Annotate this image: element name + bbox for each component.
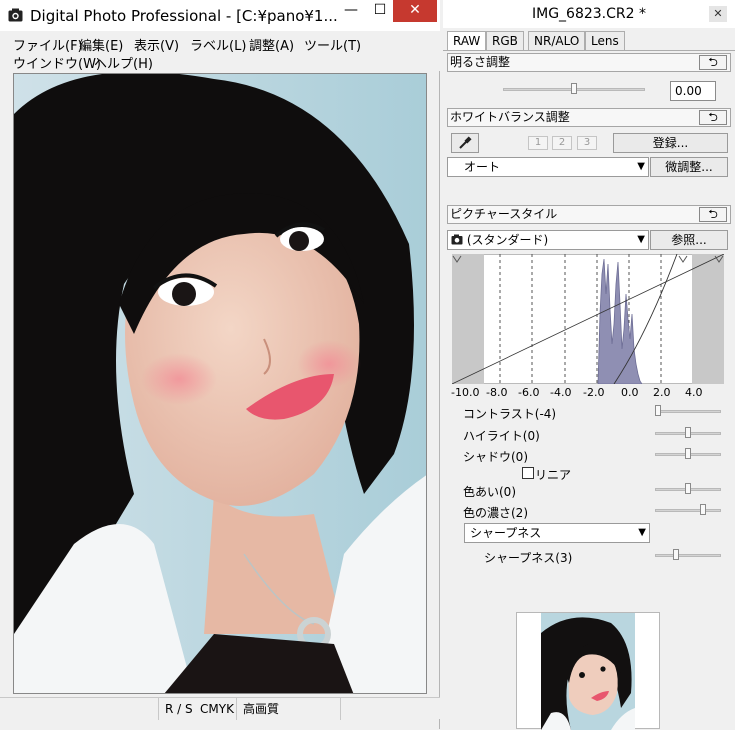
navigator-thumbnail[interactable]	[516, 612, 660, 730]
shadow-slider-thumb[interactable]	[685, 448, 691, 459]
saturation-slider-thumb[interactable]	[700, 504, 706, 515]
picture-style-select[interactable]: (スタンダード) ▼	[447, 230, 649, 250]
white-balance-header: ホワイトバランス調整 ⮌	[447, 108, 731, 127]
tab-lens[interactable]: Lens	[585, 31, 625, 50]
white-balance-title: ホワイトバランス調整	[450, 110, 570, 124]
menu-edit[interactable]: 編集(E)	[79, 35, 123, 54]
sharpness-mode-value: シャープネス	[470, 526, 542, 540]
status-cell-info	[0, 698, 158, 720]
tab-divider	[443, 50, 735, 51]
contrast-slider-thumb[interactable]	[655, 405, 661, 416]
tool-palette: IMG_6823.CR2 * ✕ RAW RGB NR/ALO Lens 明るさ…	[443, 0, 735, 730]
minimize-button[interactable]: —	[336, 0, 366, 22]
wb-slot-3[interactable]: 3	[577, 136, 597, 150]
sharpness-slider-thumb[interactable]	[673, 549, 679, 560]
axis-tick: 0.0	[621, 386, 639, 399]
brightness-header: 明るさ調整 ⮌	[447, 53, 731, 72]
menu-file[interactable]: ファイル(F)	[13, 35, 83, 54]
axis-tick: 4.0	[685, 386, 703, 399]
menu-window[interactable]: ウインドウ(W)	[13, 53, 101, 72]
axis-tick: -8.0	[486, 386, 507, 399]
highlight-label: ハイライト(0)	[463, 429, 540, 443]
shadow-label: シャドウ(0)	[463, 450, 528, 464]
axis-tick: -2.0	[583, 386, 604, 399]
contrast-label: コントラスト(-4)	[463, 407, 557, 421]
camera-icon	[451, 234, 463, 245]
status-cell-rs: R / S	[158, 698, 198, 720]
reset-arrow-icon: ⮌	[708, 110, 718, 124]
picture-style-header: ピクチャースタイル ⮌	[447, 205, 731, 224]
reset-arrow-icon: ⮌	[708, 55, 718, 69]
status-bar: R / S CMYK 高画質	[0, 697, 440, 720]
wb-slot-2[interactable]: 2	[552, 136, 572, 150]
chevron-down-icon: ▼	[637, 161, 645, 172]
wb-register-button[interactable]: 登録...	[613, 133, 728, 153]
saturation-slider-track[interactable]	[655, 509, 721, 512]
menu-bar: ファイル(F) 編集(E) 表示(V) ラベル(L) 調整(A) ツール(T) …	[0, 31, 440, 72]
color-tone-label: 色あい(0)	[463, 485, 516, 499]
wb-fine-tune-button[interactable]: 微調整...	[650, 157, 728, 177]
highlight-slider-thumb[interactable]	[685, 427, 691, 438]
linear-checkbox[interactable]	[522, 467, 534, 479]
picture-style-value: (スタンダード)	[466, 233, 549, 247]
sharpness-slider-track[interactable]	[655, 554, 721, 557]
axis-tick: 2.0	[653, 386, 671, 399]
status-cell-extra	[340, 698, 440, 720]
photo-preview[interactable]	[13, 73, 427, 694]
menu-view[interactable]: 表示(V)	[134, 35, 179, 54]
eyedropper-icon	[459, 136, 472, 149]
wb-mode-select[interactable]: オート ▼	[447, 157, 649, 177]
linear-label: リニア	[535, 468, 572, 482]
menu-tools[interactable]: ツール(T)	[304, 35, 361, 54]
axis-tick: -4.0	[550, 386, 571, 399]
chevron-down-icon: ▼	[637, 234, 645, 245]
palette-close-button[interactable]: ✕	[709, 6, 727, 22]
color-tone-slider-thumb[interactable]	[685, 483, 691, 494]
tab-raw[interactable]: RAW	[447, 31, 487, 51]
picture-style-title: ピクチャースタイル	[450, 207, 558, 221]
brightness-value-input[interactable]: 0.00	[670, 81, 716, 101]
tab-nr-alo[interactable]: NR/ALO	[528, 31, 586, 50]
window-title: Digital Photo Professional - [C:¥pano¥1.…	[30, 7, 338, 25]
eyedropper-button[interactable]	[451, 133, 479, 153]
title-bar[interactable]: Digital Photo Professional - [C:¥pano¥1.…	[0, 0, 440, 31]
clip-region-right	[692, 254, 724, 384]
brightness-title: 明るさ調整	[450, 55, 511, 69]
sharpness-label: シャープネス(3)	[484, 551, 573, 565]
main-window: Digital Photo Professional - [C:¥pano¥1.…	[0, 0, 440, 729]
axis-tick: -10.0	[451, 386, 479, 399]
reset-arrow-icon: ⮌	[708, 207, 718, 221]
menu-adjust[interactable]: 調整(A)	[249, 35, 294, 54]
brightness-slider-thumb[interactable]	[571, 83, 577, 94]
palette-title: IMG_6823.CR2 *	[532, 6, 646, 22]
palette-title-bar[interactable]: IMG_6823.CR2 * ✕	[443, 0, 735, 28]
brightness-reset-button[interactable]: ⮌	[699, 55, 727, 70]
tone-curve-graph[interactable]	[452, 254, 724, 384]
clip-region-left	[452, 254, 484, 384]
axis-tick: -6.0	[518, 386, 539, 399]
contrast-slider-track[interactable]	[655, 410, 721, 413]
wb-mode-value: オート	[464, 160, 501, 174]
camera-icon	[8, 8, 23, 22]
picture-style-browse-button[interactable]: 参照...	[650, 230, 728, 250]
wb-slot-1[interactable]: 1	[528, 136, 548, 150]
maximize-button[interactable]: ☐	[366, 0, 394, 22]
tab-rgb[interactable]: RGB	[486, 31, 524, 50]
saturation-label: 色の濃さ(2)	[463, 506, 528, 520]
tone-axis: -10.0 -8.0 -6.0 -4.0 -2.0 0.0 2.0 4.0	[451, 386, 703, 399]
portrait-image	[14, 74, 426, 693]
menu-help[interactable]: ヘルプ(H)	[94, 53, 153, 72]
thumbnail-image	[541, 613, 635, 730]
wb-reset-button[interactable]: ⮌	[699, 110, 727, 125]
status-cell-quality: 高画質	[236, 698, 340, 720]
sharpness-mode-select[interactable]: シャープネス ▼	[464, 523, 650, 543]
chevron-down-icon: ▼	[638, 527, 646, 538]
close-button[interactable]: ✕	[393, 0, 437, 22]
menu-label[interactable]: ラベル(L)	[190, 35, 246, 54]
ps-reset-button[interactable]: ⮌	[699, 207, 727, 222]
status-cell-cmyk: CMYK	[200, 702, 234, 716]
